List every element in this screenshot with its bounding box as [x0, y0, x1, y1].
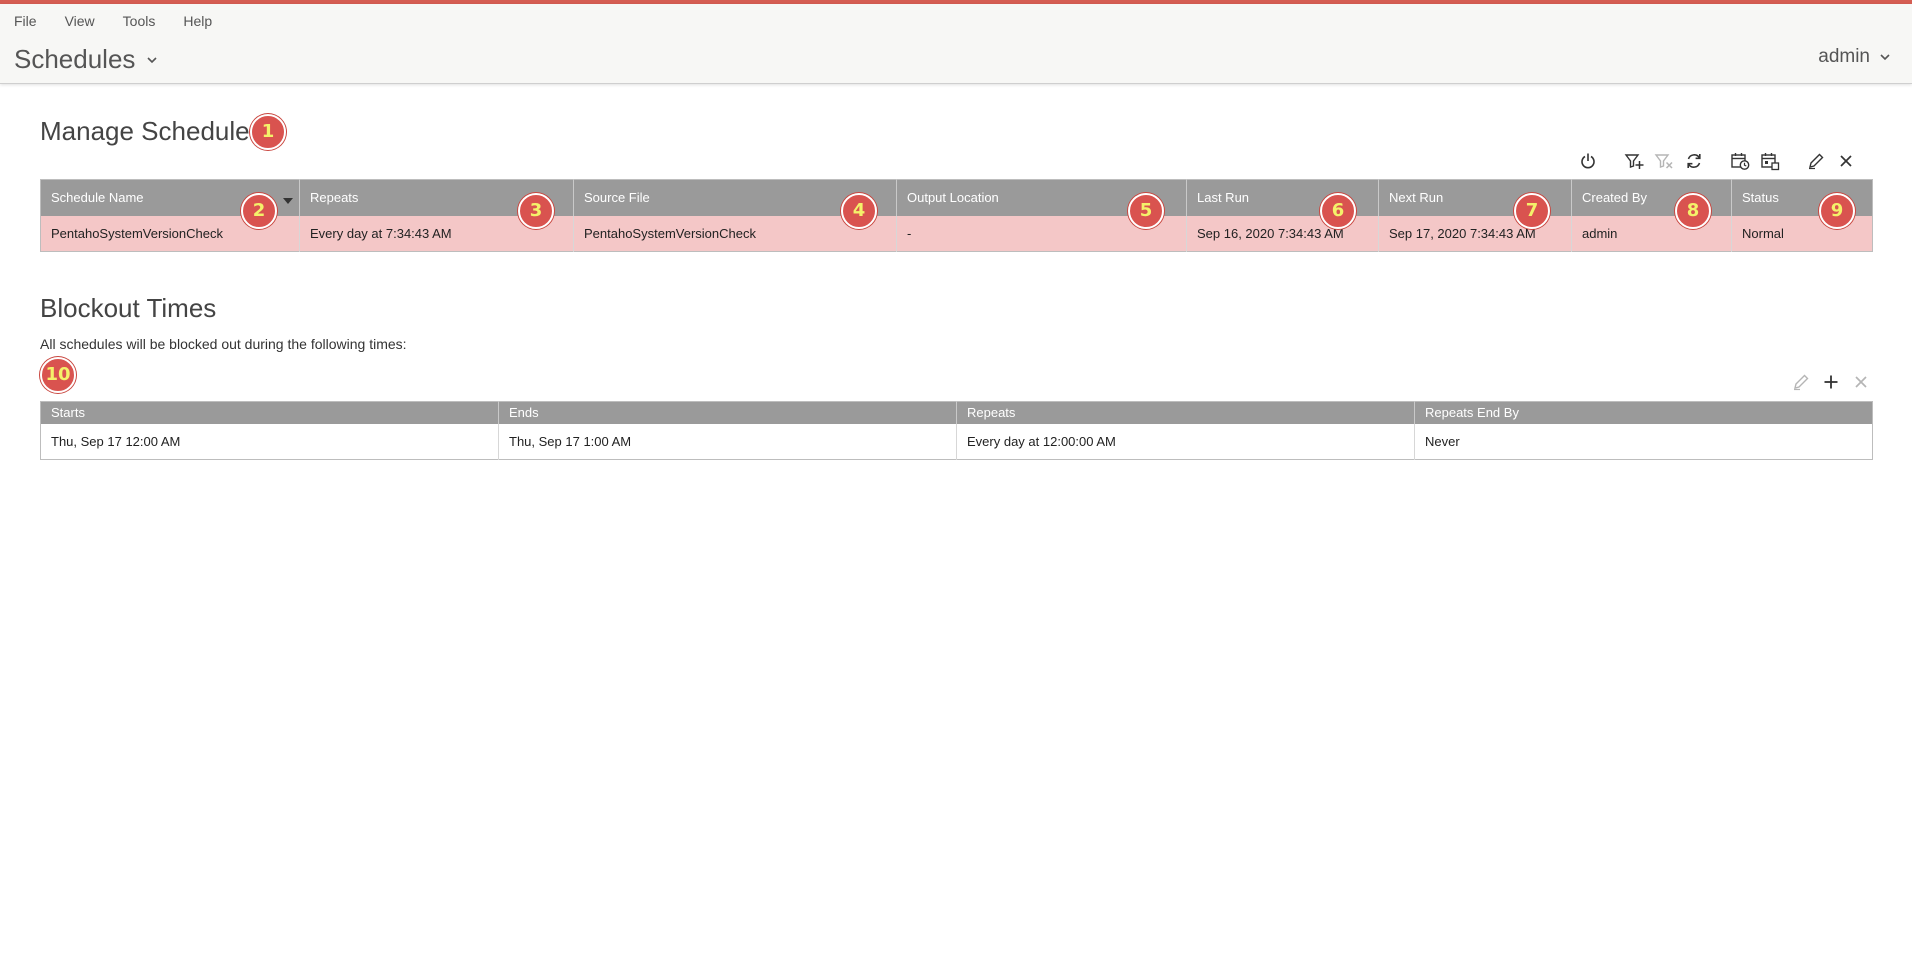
chevron-down-icon	[147, 56, 157, 63]
column-header-ends[interactable]: Ends	[498, 401, 957, 424]
edit-icon[interactable]	[1786, 369, 1816, 395]
callout-badge-10: 10	[40, 357, 76, 393]
user-menu[interactable]: admin	[1818, 46, 1892, 68]
cell-repeats: Every day at 12:00:00 AM	[956, 423, 1415, 460]
menu-file[interactable]: File	[14, 10, 53, 32]
blockout-description: All schedules will be blocked out during…	[40, 336, 407, 352]
callout-badge-8: 8	[1675, 193, 1711, 229]
callout-badge-7: 7	[1514, 193, 1550, 229]
table-row[interactable]: PentahoSystemVersionCheck Every day at 7…	[40, 215, 1873, 252]
add-icon[interactable]	[1816, 369, 1846, 395]
execute-schedule-icon[interactable]	[1725, 148, 1755, 174]
callout-badge-9: 9	[1819, 193, 1855, 229]
callout-badge-4: 4	[841, 193, 877, 229]
perspective-title: Schedules	[14, 44, 136, 74]
close-icon[interactable]	[1846, 369, 1876, 395]
sort-desc-icon[interactable]	[283, 198, 293, 205]
edit-icon[interactable]	[1801, 148, 1831, 174]
cell-ends: Thu, Sep 17 1:00 AM	[498, 423, 957, 460]
menu-tools[interactable]: Tools	[123, 10, 172, 32]
blockout-table: Starts Ends Repeats Repeats End By Thu, …	[40, 401, 1873, 460]
menu-view[interactable]: View	[65, 10, 111, 32]
manage-schedules-title: Manage Schedules	[40, 116, 263, 146]
cell-repeats-end-by: Never	[1414, 423, 1873, 460]
filter-remove-icon[interactable]	[1649, 148, 1679, 174]
user-name: admin	[1818, 46, 1870, 67]
blockout-toolbar	[1786, 369, 1876, 395]
callout-badge-5: 5	[1128, 193, 1164, 229]
power-icon[interactable]	[1573, 148, 1603, 174]
blockout-times-title: Blockout Times	[40, 293, 217, 323]
menu-bar: File View Tools Help	[14, 10, 240, 32]
column-header-starts[interactable]: Starts	[40, 401, 499, 424]
column-header-repeats-end-by[interactable]: Repeats End By	[1414, 401, 1873, 424]
menu-help[interactable]: Help	[183, 10, 228, 32]
callout-badge-3: 3	[518, 193, 554, 229]
chevron-down-icon	[1880, 54, 1890, 61]
app-header: File View Tools Help Schedules admin	[0, 4, 1912, 84]
callout-badge-2: 2	[241, 193, 277, 229]
filter-add-icon[interactable]	[1619, 148, 1649, 174]
schedules-table: Schedule Name Repeats Source File Output…	[40, 179, 1873, 252]
schedules-header-row: Schedule Name Repeats Source File Output…	[40, 179, 1873, 216]
perspective-switcher[interactable]: Schedules	[14, 44, 159, 75]
cell-starts: Thu, Sep 17 12:00 AM	[40, 423, 499, 460]
column-header-repeats[interactable]: Repeats	[956, 401, 1415, 424]
schedule-blockout-icon[interactable]	[1755, 148, 1785, 174]
table-row[interactable]: Thu, Sep 17 12:00 AM Thu, Sep 17 1:00 AM…	[40, 423, 1873, 460]
close-icon[interactable]	[1831, 148, 1861, 174]
blockout-header-row: Starts Ends Repeats Repeats End By	[40, 401, 1873, 424]
refresh-icon[interactable]	[1679, 148, 1709, 174]
schedules-toolbar	[1573, 148, 1861, 174]
callout-badge-6: 6	[1320, 193, 1356, 229]
callout-badge-1: 1	[250, 114, 286, 150]
